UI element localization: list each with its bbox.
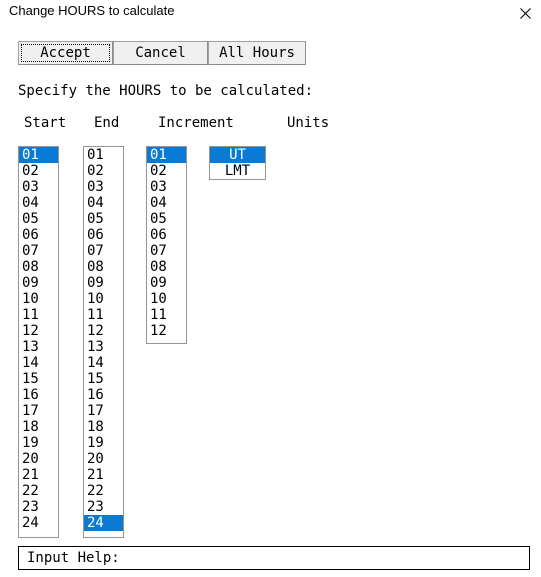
list-item[interactable]: 01 <box>147 147 186 163</box>
list-item[interactable]: 12 <box>84 323 123 339</box>
list-item[interactable]: 24 <box>84 515 123 531</box>
list-item[interactable]: 06 <box>84 227 123 243</box>
list-item[interactable]: 06 <box>19 227 58 243</box>
list-item[interactable]: 23 <box>84 499 123 515</box>
list-item[interactable]: 10 <box>147 291 186 307</box>
close-icon <box>519 7 531 19</box>
list-item[interactable]: 22 <box>84 483 123 499</box>
list-item[interactable]: 03 <box>147 179 186 195</box>
list-item[interactable]: 18 <box>19 419 58 435</box>
list-item[interactable]: 01 <box>19 147 58 163</box>
list-item[interactable]: 11 <box>147 307 186 323</box>
list-item[interactable]: 05 <box>147 211 186 227</box>
list-item[interactable]: 04 <box>147 195 186 211</box>
accept-button[interactable]: Accept <box>18 41 113 65</box>
list-item[interactable]: 15 <box>19 371 58 387</box>
close-button[interactable] <box>509 0 541 26</box>
list-item[interactable]: 12 <box>147 323 186 339</box>
title-bar: Change HOURS to calculate <box>0 0 541 29</box>
increment-listbox[interactable]: 01 02 03 04 05 06 07 08 09 10 11 12 <box>146 146 187 344</box>
list-item[interactable]: 06 <box>147 227 186 243</box>
list-item[interactable]: 03 <box>19 179 58 195</box>
input-help-label: Input Help: <box>27 550 120 566</box>
list-item[interactable]: 24 <box>19 515 58 531</box>
list-item[interactable]: 19 <box>19 435 58 451</box>
units-listbox[interactable]: UT LMT <box>209 146 266 180</box>
list-item[interactable]: 02 <box>84 163 123 179</box>
list-item[interactable]: UT <box>210 147 265 163</box>
start-hour-listbox[interactable]: 01 02 03 04 05 06 07 08 09 10 11 12 13 14 15 16 17 18 19 20… <box>18 146 59 538</box>
list-item[interactable]: 07 <box>147 243 186 259</box>
list-item[interactable]: 12 <box>19 323 58 339</box>
column-header-increment: Increment <box>158 115 234 131</box>
list-item[interactable]: 20 <box>84 451 123 467</box>
list-item[interactable]: 22 <box>19 483 58 499</box>
accept-button-label: Accept <box>40 45 91 61</box>
cancel-button[interactable]: Cancel <box>113 41 208 65</box>
list-item[interactable]: 04 <box>84 195 123 211</box>
column-header-start: Start <box>24 115 67 131</box>
list-item[interactable]: 21 <box>84 467 123 483</box>
list-item[interactable]: 05 <box>84 211 123 227</box>
cancel-button-label: Cancel <box>135 45 186 61</box>
list-item[interactable]: 16 <box>84 387 123 403</box>
list-item[interactable]: 08 <box>147 259 186 275</box>
list-item[interactable]: 14 <box>19 355 58 371</box>
column-header-end: End <box>94 115 120 131</box>
list-item[interactable]: 09 <box>19 275 58 291</box>
list-item[interactable]: LMT <box>210 163 265 179</box>
list-item[interactable]: 08 <box>19 259 58 275</box>
list-item[interactable]: 08 <box>84 259 123 275</box>
list-item[interactable]: 07 <box>84 243 123 259</box>
list-item[interactable]: 03 <box>84 179 123 195</box>
window-title: Change HOURS to calculate <box>9 3 175 18</box>
list-item[interactable]: 19 <box>84 435 123 451</box>
list-item[interactable]: 05 <box>19 211 58 227</box>
list-item[interactable]: 09 <box>84 275 123 291</box>
list-item[interactable]: 16 <box>19 387 58 403</box>
list-item[interactable]: 20 <box>19 451 58 467</box>
list-item[interactable]: 14 <box>84 355 123 371</box>
instruction-text: Specify the HOURS to be calculated: <box>18 83 314 99</box>
list-item[interactable]: 15 <box>84 371 123 387</box>
list-item[interactable]: 02 <box>147 163 186 179</box>
list-item[interactable]: 11 <box>84 307 123 323</box>
list-item[interactable]: 01 <box>84 147 123 163</box>
list-item[interactable]: 02 <box>19 163 58 179</box>
list-item[interactable]: 10 <box>84 291 123 307</box>
column-header-units: Units <box>287 115 330 131</box>
list-item[interactable]: 07 <box>19 243 58 259</box>
all-hours-button[interactable]: All Hours <box>208 41 306 65</box>
list-item[interactable]: 04 <box>19 195 58 211</box>
list-item[interactable]: 23 <box>19 499 58 515</box>
input-help-bar[interactable]: Input Help: <box>18 546 530 570</box>
end-hour-listbox[interactable]: 01 02 03 04 05 06 07 08 09 10 11 12 13 14 15 16 17 18 19 20… <box>83 146 124 538</box>
list-item[interactable]: 13 <box>19 339 58 355</box>
list-item[interactable]: 09 <box>147 275 186 291</box>
list-item[interactable]: 21 <box>19 467 58 483</box>
list-item[interactable]: 11 <box>19 307 58 323</box>
list-item[interactable]: 13 <box>84 339 123 355</box>
list-item[interactable]: 10 <box>19 291 58 307</box>
list-item[interactable]: 17 <box>84 403 123 419</box>
list-item[interactable]: 18 <box>84 419 123 435</box>
list-item[interactable]: 17 <box>19 403 58 419</box>
all-hours-button-label: All Hours <box>219 45 295 61</box>
